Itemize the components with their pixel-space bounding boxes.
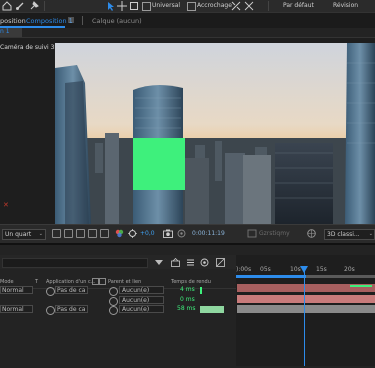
comp-flow-icon[interactable] [171,257,180,267]
layer-row-1[interactable]: Normal Pas de ca Aucun(e) 4 ms [0,286,236,296]
spiral-icon [46,306,55,315]
composition-tab-prefix[interactable]: position [0,17,26,25]
transparency-grid-icon[interactable] [88,229,97,238]
playhead-handle[interactable] [300,266,308,273]
composition-tab-bar: position Composition 1 Calque (aucun) [0,12,375,28]
track-matte-dropdown[interactable]: Pas de ca [55,286,88,294]
pickwhip-icon[interactable] [109,287,118,296]
mode-dropdown[interactable]: Normal [0,305,33,313]
grid-icon[interactable] [64,229,73,238]
brush-icon[interactable] [15,1,25,11]
parent-dropdown[interactable]: Aucun(e) [119,286,164,294]
playhead-line[interactable] [304,266,305,366]
menu-icon[interactable] [68,17,74,23]
selection-tool-icon[interactable] [106,1,116,11]
composition-breadcrumb-bar: n 1 [0,28,375,38]
show-snapshot-icon[interactable] [177,229,186,238]
track-keyframe-green [350,285,372,287]
ruler-20s: 20s [344,266,355,273]
shy-toggle-icon[interactable] [92,278,99,285]
header-render-time: Temps de rendu [171,279,211,285]
red-marker: ✕ [3,201,9,209]
workspace-review[interactable]: Révision [333,2,358,9]
camera-label: Caméra de suivi 3D) [0,44,62,51]
home-icon[interactable] [2,1,12,11]
render-time-bar [200,306,224,313]
rectangle-tool-icon[interactable] [129,1,139,11]
snap-checkbox[interactable] [187,2,196,11]
current-timecode[interactable]: 0:00:11:19 [192,230,225,237]
camera-view-icon[interactable] [307,229,316,238]
snap-label: Accrochage [197,2,232,9]
pickwhip-icon[interactable] [109,306,118,315]
guides-icon[interactable] [100,229,109,238]
snap-options-icon[interactable] [231,1,241,11]
workspace-default[interactable]: Par défaut [283,2,314,9]
ruler-start: ):00s [236,266,252,273]
layer-row-2[interactable]: Aucun(e) 0 ms [0,296,236,306]
breadcrumb-comp[interactable]: n 1 [0,28,10,35]
parent-dropdown[interactable]: Aucun(e) [119,305,164,313]
ruler-5s: 05s [260,266,271,273]
resolution-dropdown[interactable]: Un quart ⌄ [2,229,46,240]
3d-view-dropdown[interactable]: 3D classi... ⌄ [324,229,375,240]
puppet-pin-icon[interactable] [29,1,39,11]
expand-icon[interactable] [244,1,254,11]
exposure-icon[interactable] [128,229,137,238]
work-area-progress [236,275,306,278]
layer-row-3[interactable]: Normal Pas de ca Aucun(e) 58 ms [0,305,236,315]
ruler-15s: 15s [316,266,327,273]
render-time: 0 ms [180,296,195,303]
universal-label: Universal [152,2,181,9]
header-mode: Mode [0,279,14,285]
track-matte-dropdown[interactable]: Pas de ca [55,305,88,313]
draft-3d-icon[interactable] [186,258,195,267]
footage-frame[interactable] [55,43,375,224]
header-track-matte: Application d'un c... [46,279,96,285]
track-bar-3[interactable] [237,305,375,313]
render-time-bar [200,287,202,294]
header-parent: Parent et lien [108,279,142,285]
roi-icon[interactable] [52,229,61,238]
renderer-label[interactable]: Gzrstiqmy [259,230,290,237]
universal-checkbox[interactable] [142,2,151,11]
shy-layers-icon[interactable] [200,258,209,267]
graph-editor-icon[interactable] [216,258,225,267]
renderer-icon[interactable] [247,229,257,238]
mode-dropdown[interactable]: Normal [0,286,33,294]
color-channels-icon[interactable] [115,229,124,238]
move-tool-icon[interactable] [117,1,127,11]
mask-icon[interactable] [76,229,85,238]
track-bar-2[interactable] [237,295,375,303]
parent-dropdown[interactable]: Aucun(e) [119,296,164,304]
spiral-icon [46,287,55,296]
fx-toggle-icon[interactable] [99,278,106,285]
tab-composition-1[interactable]: Composition 1 [26,17,73,25]
top-toolbar: Universal Accrochage Par défaut Révision [0,0,375,12]
exposure-value[interactable]: +0,0 [140,230,155,237]
tab-layer[interactable]: Calque (aucun) [92,17,142,25]
header-t: T [35,279,39,285]
timeline-search-input[interactable] [2,258,148,268]
snapshot-camera-icon[interactable] [163,229,173,238]
viewer-controls: Un quart ⌄ +0,0 0:00:11:19 Gzrstiqmy 3D … [0,224,375,243]
render-time: 58 ms [177,305,196,312]
render-time: 4 ms [180,286,195,293]
dropdown-icon[interactable] [155,259,163,266]
